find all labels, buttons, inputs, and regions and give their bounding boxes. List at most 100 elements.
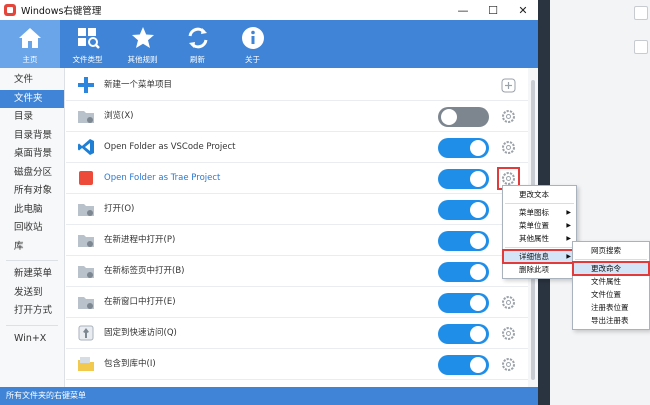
gear-icon[interactable] bbox=[500, 356, 517, 373]
info-icon bbox=[241, 27, 264, 49]
toolbar-home-button[interactable]: 主页 bbox=[0, 20, 60, 68]
menu-separator bbox=[575, 259, 647, 260]
menu-item-label: 导出注册表 bbox=[591, 316, 629, 325]
menu-item-export-registry[interactable]: 导出注册表 bbox=[573, 314, 649, 327]
library-icon bbox=[78, 357, 94, 371]
gear-icon[interactable] bbox=[500, 294, 517, 311]
menu-item-change-command[interactable]: 更改命令 bbox=[572, 261, 650, 276]
folder-gear-icon bbox=[78, 111, 94, 123]
close-button[interactable]: ✕ bbox=[508, 0, 538, 20]
trae-icon bbox=[79, 171, 93, 185]
list-item-label: 固定到快速访问(Q) bbox=[104, 328, 177, 338]
gear-icon[interactable] bbox=[500, 325, 517, 342]
add-item-icon[interactable] bbox=[500, 77, 517, 94]
folder-gear-icon bbox=[78, 204, 94, 216]
toggle-knob bbox=[470, 264, 486, 280]
toolbar-rules-button[interactable]: 其他规则 bbox=[115, 20, 170, 68]
list-item-new[interactable]: 新建一个菜单项目 bbox=[66, 70, 528, 101]
enable-toggle[interactable] bbox=[438, 138, 489, 158]
enable-toggle[interactable] bbox=[438, 169, 489, 189]
toolbar-label: 主页 bbox=[22, 55, 38, 64]
menu-item-icon[interactable]: 菜单图标 ▶ bbox=[503, 206, 576, 219]
menu-item-web-search[interactable]: 网页搜索 bbox=[573, 244, 649, 257]
sidebar-item-winx[interactable]: Win+X bbox=[0, 330, 64, 349]
plus-icon bbox=[78, 77, 94, 93]
submenu-arrow-icon: ▶ bbox=[566, 209, 571, 216]
sidebar-item-recycle-bin[interactable]: 回收站 bbox=[0, 219, 64, 238]
menu-item-details[interactable]: 详细信息 ▶ bbox=[502, 249, 577, 264]
menu-separator bbox=[505, 203, 574, 204]
toggle-knob bbox=[470, 171, 486, 187]
list-item[interactable]: 在新进程中打开(P) bbox=[66, 225, 528, 256]
enable-toggle[interactable] bbox=[438, 231, 489, 251]
list-item[interactable]: 在新标签页中打开(B) bbox=[66, 256, 528, 287]
list-item-label: 浏览(X) bbox=[104, 111, 134, 121]
sidebar-item-directory-background[interactable]: 目录背景 bbox=[0, 127, 64, 146]
enable-toggle[interactable] bbox=[438, 324, 489, 344]
list-item-label: 在新进程中打开(P) bbox=[104, 235, 176, 245]
toggle-knob bbox=[470, 295, 486, 311]
sidebar-item-drive[interactable]: 磁盘分区 bbox=[0, 164, 64, 183]
toolbar-label: 关于 bbox=[245, 55, 260, 64]
main-window: Windows右键管理 — ☐ ✕ 主页 文件类型 其他规则 刷新 关于 文件 … bbox=[0, 0, 538, 405]
sidebar-item-send-to[interactable]: 发送到 bbox=[0, 284, 64, 303]
menu-item-file-location[interactable]: 文件位置 bbox=[573, 288, 649, 301]
sidebar-item-this-pc[interactable]: 此电脑 bbox=[0, 201, 64, 220]
menu-item-position[interactable]: 菜单位置 ▶ bbox=[503, 219, 576, 232]
menu-item-label: 菜单图标 bbox=[519, 208, 549, 217]
menu-item-change-text[interactable]: 更改文本 bbox=[503, 188, 576, 201]
toolbar-label: 刷新 bbox=[190, 55, 205, 64]
maximize-button[interactable]: ☐ bbox=[478, 0, 508, 20]
list-item-label: 包含到库中(I) bbox=[104, 359, 156, 369]
star-icon bbox=[131, 27, 154, 48]
list-item[interactable]: 打开(O) bbox=[66, 194, 528, 225]
list-item[interactable]: 在新窗口中打开(E) bbox=[66, 287, 528, 318]
menu-item-other-properties[interactable]: 其他属性 ▶ bbox=[503, 232, 576, 245]
list-item[interactable]: 包含到库中(I) bbox=[66, 349, 528, 380]
toolbar: 主页 文件类型 其他规则 刷新 关于 bbox=[0, 20, 538, 68]
toolbar-label: 其他规则 bbox=[127, 55, 158, 64]
menu-item-file-properties[interactable]: 文件属性 bbox=[573, 275, 649, 288]
toolbar-label: 文件类型 bbox=[72, 55, 103, 64]
menu-item-label: 更改文本 bbox=[519, 190, 549, 199]
toolbar-about-button[interactable]: 关于 bbox=[225, 20, 280, 68]
sidebar-item-desktop-background[interactable]: 桌面背景 bbox=[0, 145, 64, 164]
enable-toggle[interactable] bbox=[438, 293, 489, 313]
enable-toggle[interactable] bbox=[438, 262, 489, 282]
list-item[interactable]: Open Folder as Trae Project bbox=[66, 163, 528, 194]
minimize-button[interactable]: — bbox=[448, 0, 478, 20]
list-item[interactable]: 浏览(X) bbox=[66, 101, 528, 132]
submenu-arrow-icon: ▶ bbox=[566, 253, 571, 260]
gear-icon[interactable] bbox=[500, 108, 517, 125]
folder-gear-icon bbox=[78, 235, 94, 247]
toolbar-refresh-button[interactable]: 刷新 bbox=[170, 20, 225, 68]
sidebar-item-file[interactable]: 文件 bbox=[0, 71, 64, 90]
gear-icon[interactable] bbox=[500, 139, 517, 156]
list-item-label: Open Folder as Trae Project bbox=[104, 173, 221, 183]
enable-toggle[interactable] bbox=[438, 355, 489, 375]
toggle-knob bbox=[470, 202, 486, 218]
enable-toggle[interactable] bbox=[438, 107, 489, 127]
background-button bbox=[634, 6, 648, 20]
toolbar-filetypes-button[interactable]: 文件类型 bbox=[60, 20, 115, 68]
list-item-label: Open Folder as VSCode Project bbox=[104, 142, 236, 152]
list-item-label: 在新标签页中打开(B) bbox=[104, 266, 185, 276]
enable-toggle[interactable] bbox=[438, 200, 489, 220]
sidebar-item-directory[interactable]: 目录 bbox=[0, 108, 64, 127]
toggle-knob bbox=[470, 357, 486, 373]
sidebar-item-library[interactable]: 库 bbox=[0, 238, 64, 257]
list-item[interactable]: Open Folder as VSCode Project bbox=[66, 132, 528, 163]
list-item[interactable]: 固定到快速访问(Q) bbox=[66, 318, 528, 349]
menu-item-delete[interactable]: 删除此项 bbox=[503, 263, 576, 276]
sidebar-item-folder[interactable]: 文件夹 bbox=[0, 89, 64, 108]
window-title: Windows右键管理 bbox=[21, 6, 102, 17]
sidebar-item-all-objects[interactable]: 所有对象 bbox=[0, 182, 64, 201]
refresh-icon bbox=[188, 27, 207, 49]
list-item-label: 打开(O) bbox=[104, 204, 135, 214]
sidebar-item-open-with[interactable]: 打开方式 bbox=[0, 302, 64, 321]
list-item-label: 在新窗口中打开(E) bbox=[104, 297, 176, 307]
menu-item-registry-location[interactable]: 注册表位置 bbox=[573, 301, 649, 314]
menu-item-label: 详细信息 bbox=[519, 252, 549, 261]
home-icon bbox=[19, 28, 41, 48]
sidebar-item-new-menu[interactable]: 新建菜单 bbox=[0, 265, 64, 284]
